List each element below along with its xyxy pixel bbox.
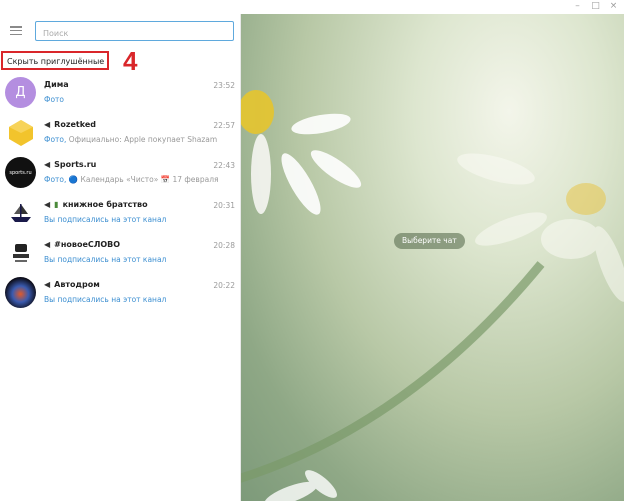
- daisy-wallpaper: [241, 90, 624, 501]
- chat-item-dima[interactable]: Д Дима 23:52 Фото: [0, 74, 241, 114]
- megaphone-icon: ◀: [44, 120, 51, 129]
- chat-preview: Вы подписались на этот канал: [44, 215, 234, 224]
- avatar: sports.ru: [5, 157, 36, 188]
- novoeslovo-logo-icon: [12, 243, 29, 262]
- chat-name-text: Rozetked: [54, 120, 96, 129]
- maximize-icon[interactable]: □: [591, 1, 600, 11]
- chat-item-rozetked[interactable]: ◀ Rozetked 22:57 Фото, Официально: Apple …: [0, 114, 241, 154]
- ship-logo-icon: [10, 203, 31, 222]
- minimize-icon[interactable]: –: [573, 1, 582, 11]
- sidebar: Скрыть приглушённые 4 Д Дима 23:52 Фото …: [0, 14, 241, 501]
- megaphone-icon: ◀: [44, 160, 51, 169]
- chat-item-sports-ru[interactable]: sports.ru ◀ Sports.ru 22:43 Фото, 🔵 Кален…: [0, 154, 241, 194]
- chat-time: 23:52: [213, 81, 235, 90]
- chat-preview-text: Фото: [44, 95, 65, 104]
- chat-preview: Фото: [44, 95, 234, 104]
- avatar-letter: Д: [15, 85, 26, 100]
- chat-preview: Вы подписались на этот канал: [44, 295, 234, 304]
- avatar: [5, 117, 36, 148]
- chat-time: 22:43: [213, 161, 235, 170]
- avatar: [5, 277, 36, 308]
- rozetked-logo-icon: [8, 119, 33, 146]
- book-emoji-icon: ▮: [54, 200, 59, 209]
- chat-name: ◀ #новоеСЛОВО: [44, 240, 120, 249]
- sports-ru-logo-icon: sports.ru: [9, 169, 32, 176]
- chat-name: Дима: [44, 80, 69, 89]
- chat-item-avtodrom[interactable]: ◀ Автодром 20:22 Вы подписались на этот к…: [0, 274, 241, 314]
- chat-preview-prefix: Фото,: [44, 175, 69, 184]
- window-controls: – □ ×: [573, 1, 618, 11]
- chat-item-knizhnoe-bratstvo[interactable]: ◀ ▮ книжное братство 20:31 Вы подписались …: [0, 194, 241, 234]
- chat-name-text: Дима: [44, 80, 69, 89]
- hide-muted-button[interactable]: Скрыть приглушённые: [1, 51, 109, 70]
- chat-preview-text: 🔵 Календарь «Чисто» 📅 17 февраля: [68, 175, 219, 184]
- chat-name: ◀ Sports.ru: [44, 160, 96, 169]
- avatar: [5, 197, 36, 228]
- chat-name: ◀ Rozetked: [44, 120, 96, 129]
- chat-preview-text: Вы подписались на этот канал: [44, 215, 167, 224]
- chat-preview-text: Вы подписались на этот канал: [44, 255, 167, 264]
- chat-preview-text: Вы подписались на этот канал: [44, 295, 167, 304]
- chat-time: 20:22: [213, 281, 235, 290]
- avatar: [5, 237, 36, 268]
- chat-area-background: Выберите чат: [241, 14, 624, 501]
- chat-time: 22:57: [213, 121, 235, 130]
- telegram-window: – □ × Скрыть приглушённые 4 Д Дима 23:52…: [0, 0, 624, 501]
- chat-name: ◀ Автодром: [44, 280, 100, 289]
- chat-list: Д Дима 23:52 Фото ◀ Rozetked 22:57 Фото, …: [0, 74, 241, 314]
- hamburger-menu-icon[interactable]: [10, 26, 22, 35]
- chat-item-novoeslovo[interactable]: ◀ #новоеСЛОВО 20:28 Вы подписались на это…: [0, 234, 241, 274]
- chat-name-text: #новоеСЛОВО: [54, 240, 121, 249]
- chat-preview-text: Официально: Apple покупает Shazam: [68, 135, 218, 144]
- close-icon[interactable]: ×: [609, 1, 618, 11]
- chat-name-text: книжное братство: [62, 200, 148, 209]
- chat-preview-prefix: Фото,: [44, 135, 69, 144]
- megaphone-icon: ◀: [44, 240, 51, 249]
- chat-name-text: Автодром: [54, 280, 100, 289]
- chat-preview: Вы подписались на этот канал: [44, 255, 234, 264]
- select-chat-label: Выберите чат: [394, 233, 465, 249]
- chat-time: 20:28: [213, 241, 235, 250]
- avatar: Д: [5, 77, 36, 108]
- annotation-step-number: 4: [123, 46, 138, 76]
- chat-name: ◀ ▮ книжное братство: [44, 200, 148, 209]
- chat-name-text: Sports.ru: [54, 160, 97, 169]
- search-input[interactable]: [35, 21, 234, 41]
- megaphone-icon: ◀: [44, 280, 51, 289]
- chat-time: 20:31: [213, 201, 235, 210]
- megaphone-icon: ◀: [44, 200, 51, 209]
- title-bar: – □ ×: [0, 0, 624, 14]
- chat-preview: Фото, Официально: Apple покупает Shazam: [44, 135, 234, 144]
- chat-preview: Фото, 🔵 Календарь «Чисто» 📅 17 февраля: [44, 175, 234, 184]
